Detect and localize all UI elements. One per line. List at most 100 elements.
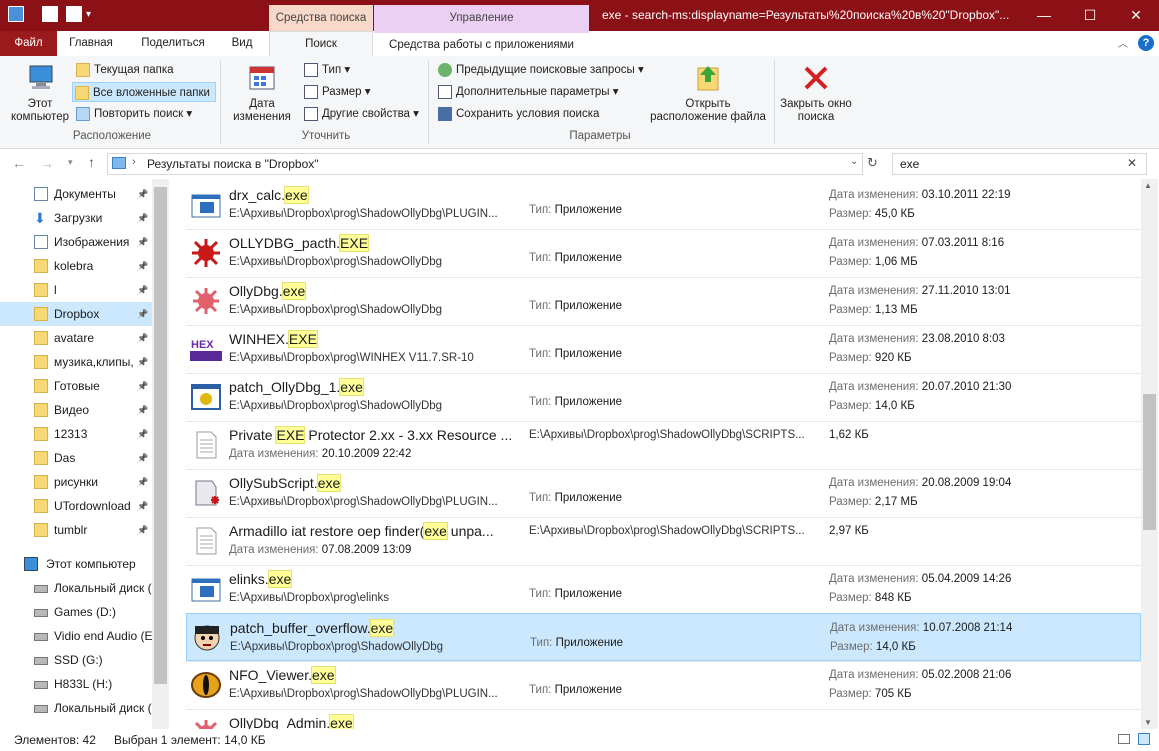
file-name[interactable]: OLLYDBG_pacth.EXE bbox=[229, 234, 370, 252]
ribbon-collapse-icon[interactable]: ︿ bbox=[1118, 35, 1128, 50]
file-name[interactable]: patch_OllyDbg_1.exe bbox=[229, 378, 364, 396]
nav-item-this-pc[interactable]: Этот компьютер bbox=[0, 552, 152, 576]
nav-item[interactable]: Готовые 📌 bbox=[0, 374, 152, 398]
minimize-button[interactable]: — bbox=[1021, 0, 1067, 31]
nav-item[interactable]: Документы 📌 bbox=[0, 182, 152, 206]
open-file-location-button[interactable]: Открыть расположение файла bbox=[646, 62, 770, 124]
tab-home[interactable]: Главная bbox=[60, 31, 122, 56]
file-name[interactable]: Private EXE Protector 2.xx - 3.xx Resour… bbox=[229, 426, 512, 444]
customize-qat-icon[interactable]: ▾ bbox=[86, 9, 102, 25]
pin-icon[interactable]: 📌 bbox=[137, 182, 148, 206]
tab-file[interactable]: Файл bbox=[0, 31, 57, 56]
size-button[interactable]: Размер ▾ bbox=[302, 82, 371, 102]
pin-icon[interactable]: 📌 bbox=[137, 302, 148, 326]
file-row[interactable]: patch_buffer_overflow.exe E:\Архивы\Dropb… bbox=[186, 613, 1141, 661]
nav-item[interactable]: tumblr 📌 bbox=[0, 518, 152, 542]
maximize-button[interactable]: ☐ bbox=[1067, 0, 1113, 31]
close-button[interactable]: ✕ bbox=[1113, 0, 1159, 31]
large-icons-view-icon[interactable] bbox=[1138, 733, 1150, 745]
pin-icon[interactable]: 📌 bbox=[137, 398, 148, 422]
back-icon[interactable]: ← bbox=[12, 155, 26, 171]
tab-app-tools[interactable]: Средства работы с приложениями bbox=[374, 31, 589, 56]
pin-icon[interactable]: 📌 bbox=[137, 326, 148, 350]
pin-icon[interactable]: 📌 bbox=[137, 278, 148, 302]
properties-icon[interactable] bbox=[42, 6, 58, 22]
advanced-options-button[interactable]: Дополнительные параметры ▾ bbox=[436, 82, 618, 102]
other-properties-button[interactable]: Другие свойства ▾ bbox=[302, 104, 419, 124]
clear-search-icon[interactable]: ✕ bbox=[1127, 156, 1137, 170]
scroll-up-icon[interactable]: ▲ bbox=[1144, 181, 1152, 190]
nav-item[interactable]: музика,клипы, 📌 bbox=[0, 350, 152, 374]
file-name[interactable]: OllySubScript.exe bbox=[229, 474, 342, 492]
nav-item[interactable]: UTordownload 📌 bbox=[0, 494, 152, 518]
tab-view[interactable]: Вид bbox=[222, 31, 262, 56]
file-name[interactable]: NFO_Viewer.exe bbox=[229, 666, 336, 684]
this-pc-button[interactable]: Этот компьютер bbox=[6, 62, 74, 124]
pin-icon[interactable]: 📌 bbox=[137, 422, 148, 446]
nav-item-drive[interactable]: Games (D:) bbox=[0, 600, 152, 624]
save-search-button[interactable]: Сохранить условия поиска bbox=[436, 104, 599, 124]
file-row[interactable]: elinks.exe E:\Архивы\Dropbox\prog\elinks Т… bbox=[186, 565, 1141, 613]
pin-icon[interactable]: 📌 bbox=[137, 494, 148, 518]
file-row[interactable]: OllyDbg.exe E:\Архивы\Dropbox\prog\Shadow… bbox=[186, 277, 1141, 325]
recent-locations-icon[interactable]: ▾ bbox=[68, 157, 73, 168]
file-row[interactable]: drx_calc.exe E:\Архивы\Dropbox\prog\Shado… bbox=[186, 181, 1141, 229]
nav-item[interactable]: рисунки 📌 bbox=[0, 470, 152, 494]
breadcrumb[interactable]: Результаты поиска в "Dropbox" bbox=[147, 157, 319, 171]
pin-icon[interactable]: 📌 bbox=[137, 470, 148, 494]
tab-search[interactable]: Поиск bbox=[269, 31, 373, 57]
forward-icon[interactable]: → bbox=[40, 155, 54, 171]
results-scrollbar-thumb[interactable] bbox=[1143, 394, 1156, 530]
kind-button[interactable]: Тип ▾ bbox=[302, 60, 350, 80]
pin-icon[interactable]: 📌 bbox=[137, 206, 148, 230]
file-row[interactable]: HEX WINHEX.EXE E:\Архивы\Dropbox\prog\WINH… bbox=[186, 325, 1141, 373]
pin-icon[interactable]: 📌 bbox=[137, 254, 148, 278]
nav-item[interactable]: kolebra 📌 bbox=[0, 254, 152, 278]
current-folder-button[interactable]: Текущая папка bbox=[74, 60, 174, 80]
search-again-button[interactable]: Повторить поиск ▾ bbox=[74, 104, 192, 124]
file-name[interactable]: OllyDbg.exe bbox=[229, 282, 307, 300]
nav-item-drive[interactable]: SSD (G:) bbox=[0, 648, 152, 672]
search-input[interactable] bbox=[892, 153, 1147, 175]
refresh-icon[interactable]: ↻ bbox=[867, 155, 878, 171]
pin-icon[interactable]: 📌 bbox=[137, 350, 148, 374]
pin-icon[interactable]: 📌 bbox=[137, 446, 148, 470]
nav-item[interactable]: Изображения 📌 bbox=[0, 230, 152, 254]
pin-icon[interactable]: 📌 bbox=[137, 374, 148, 398]
nav-item-drive[interactable]: Vidio end Audio (E bbox=[0, 624, 152, 648]
date-modified-button[interactable]: Дата изменения bbox=[226, 62, 298, 124]
nav-item[interactable]: Das 📌 bbox=[0, 446, 152, 470]
all-subfolders-button[interactable]: Все вложенные папки bbox=[72, 82, 216, 102]
file-name[interactable]: drx_calc.exe bbox=[229, 186, 309, 204]
close-search-button[interactable]: Закрыть окно поиска bbox=[780, 62, 852, 124]
file-row[interactable]: Private EXE Protector 2.xx - 3.xx Resour… bbox=[186, 421, 1141, 469]
nav-item[interactable]: Видео 📌 bbox=[0, 398, 152, 422]
scroll-down-icon[interactable]: ▼ bbox=[1144, 718, 1152, 727]
search-value[interactable]: exe bbox=[900, 157, 919, 171]
recent-searches-button[interactable]: Предыдущие поисковые запросы ▾ bbox=[436, 60, 644, 80]
file-name[interactable]: patch_buffer_overflow.exe bbox=[230, 619, 395, 637]
nav-item-drive[interactable]: Локальный диск ( bbox=[0, 696, 152, 720]
file-name[interactable]: WINHEX.EXE bbox=[229, 330, 318, 348]
details-view-icon[interactable] bbox=[1118, 734, 1130, 744]
nav-item[interactable]: Dropbox 📌 bbox=[0, 302, 152, 326]
pin-icon[interactable]: 📌 bbox=[137, 230, 148, 254]
file-row[interactable]: OLLYDBG_pacth.EXE E:\Архивы\Dropbox\prog\… bbox=[186, 229, 1141, 277]
address-dropdown-icon[interactable]: ⌄ bbox=[850, 156, 858, 167]
file-row[interactable]: NFO_Viewer.exe E:\Архивы\Dropbox\prog\Sha… bbox=[186, 661, 1141, 709]
new-folder-icon[interactable] bbox=[66, 6, 82, 22]
nav-scrollbar-thumb[interactable] bbox=[154, 187, 167, 684]
breadcrumb-chevron-icon[interactable]: › bbox=[132, 156, 136, 168]
nav-item[interactable]: l 📌 bbox=[0, 278, 152, 302]
nav-item[interactable]: avatare 📌 bbox=[0, 326, 152, 350]
tab-share[interactable]: Поделиться bbox=[132, 31, 214, 56]
file-row[interactable]: OllyDbg_Admin.exe bbox=[186, 709, 1141, 729]
file-name[interactable]: OllyDbg_Admin.exe bbox=[229, 714, 354, 729]
nav-item[interactable]: ⬇ Загрузки 📌 bbox=[0, 206, 152, 230]
up-icon[interactable]: ↑ bbox=[88, 154, 95, 170]
file-name[interactable]: elinks.exe bbox=[229, 570, 293, 588]
nav-item[interactable]: 12313 📌 bbox=[0, 422, 152, 446]
file-row[interactable]: patch_OllyDbg_1.exe E:\Архивы\Dropbox\pro… bbox=[186, 373, 1141, 421]
nav-item-drive[interactable]: Локальный диск ( bbox=[0, 576, 152, 600]
file-name[interactable]: Armadillo iat restore oep finder(exe unp… bbox=[229, 522, 494, 540]
